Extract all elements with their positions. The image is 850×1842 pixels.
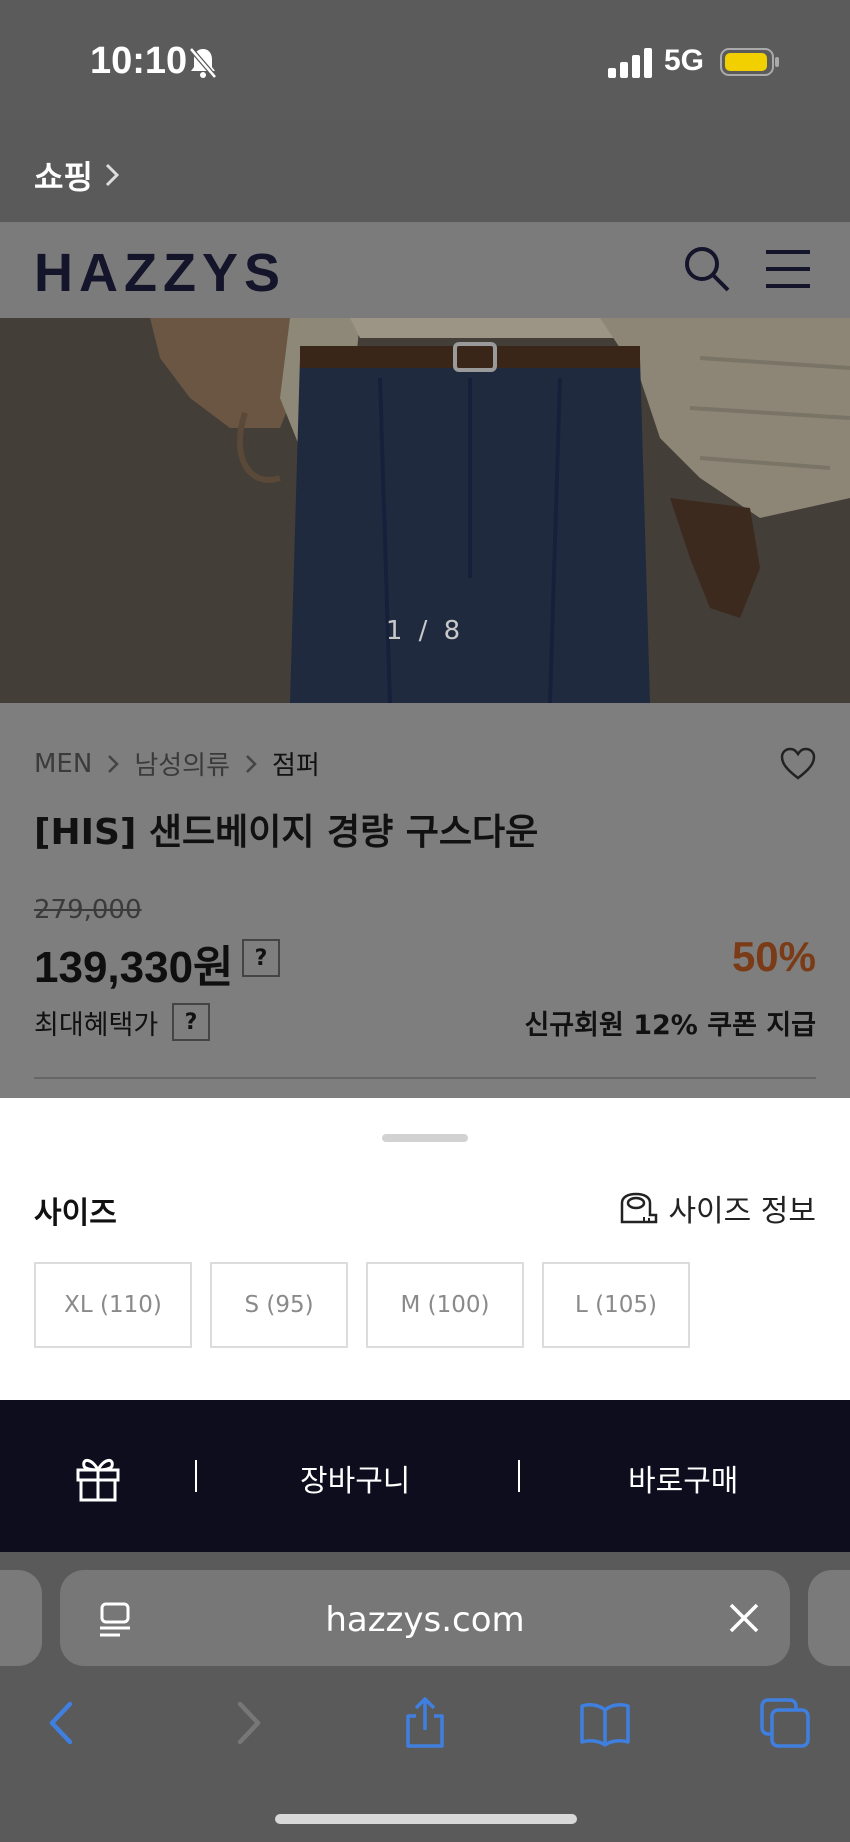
size-title: 사이즈 [34,1196,117,1231]
carousel-pager: 1 / 8 [385,616,465,646]
max-benefit-label: 최대혜택가 [34,1010,159,1041]
chevron-right-icon [105,163,120,187]
forward-icon[interactable] [220,1696,274,1750]
benefit-help-button[interactable]: ? [172,1003,210,1041]
price-help-button[interactable]: ? [242,939,280,977]
size-option[interactable]: L (105) [542,1262,690,1348]
discount-rate: 50% [731,933,816,980]
product-info: MEN 남성의류 점퍼 [HIS] 샌드베이지 경량 구스다운 279,000 … [0,703,850,1098]
network-type: 5G [664,44,705,77]
original-price: 279,000 [34,895,142,925]
sale-price: 139,330원 [34,943,234,992]
browser-address-area: hazzys.com [0,1552,850,1682]
sheet-handle[interactable] [382,1134,468,1142]
bell-muted-icon [189,47,217,79]
size-info-label: 사이즈 정보 [668,1194,816,1229]
divider [34,1077,816,1079]
breadcrumb-item[interactable]: 점퍼 [272,745,320,782]
search-icon[interactable] [682,244,732,294]
purchase-bar: 장바구니 바로구매 [0,1400,850,1552]
coupon-text[interactable]: 신규회원 12% 쿠폰 지급 [524,1003,816,1042]
size-option[interactable]: S (95) [210,1262,348,1348]
size-option[interactable]: XL (110) [34,1262,192,1348]
breadcrumb: MEN 남성의류 점퍼 [34,745,320,782]
tabs-icon[interactable] [758,1696,812,1750]
back-icon[interactable] [36,1696,90,1750]
product-name: [HIS] 샌드베이지 경량 구스다운 [34,812,539,853]
product-image-carousel[interactable]: 1 / 8 [0,318,850,703]
share-icon[interactable] [398,1696,452,1750]
status-time: 10:10 [90,40,188,82]
shopping-back-link[interactable]: 쇼핑 [34,152,121,198]
chevron-right-icon [246,754,257,773]
shopping-label: 쇼핑 [34,158,93,196]
next-tab-preview[interactable] [808,1570,850,1666]
bookmarks-icon[interactable] [578,1696,632,1750]
chevron-right-icon [108,754,120,773]
browser-toolbar [0,1682,850,1842]
size-options: XL (110) S (95) M (100) L (105) [34,1262,690,1348]
battery-icon [720,48,779,76]
tape-measure-icon [621,1192,658,1224]
cellular-signal-icon [608,48,652,78]
breadcrumb-item[interactable]: MEN [34,749,92,779]
size-option[interactable]: M (100) [366,1262,524,1348]
close-icon[interactable] [728,1602,760,1634]
heart-icon[interactable] [780,747,816,781]
home-indicator[interactable] [275,1814,577,1824]
size-info-button[interactable]: 사이즈 정보 [618,1186,816,1230]
separator [518,1460,520,1492]
brand-logo[interactable]: HAZZYS [34,242,286,304]
buy-now-button[interactable]: 바로구매 [628,1456,738,1500]
cart-button[interactable]: 장바구니 [300,1456,410,1500]
previous-tab-preview[interactable] [0,1570,42,1666]
gift-icon[interactable] [74,1452,122,1502]
url-text: hazzys.com [325,1600,525,1640]
address-bar[interactable]: hazzys.com [60,1570,790,1666]
site-header: HAZZYS [0,222,850,318]
status-bar: 10:10 5G [0,0,850,120]
size-bottom-sheet: 사이즈 사이즈 정보 XL (110) S (95) M (100) L (10… [0,1098,850,1400]
menu-icon[interactable] [766,248,810,290]
separator [195,1460,197,1492]
breadcrumb-item[interactable]: 남성의류 [134,745,230,782]
